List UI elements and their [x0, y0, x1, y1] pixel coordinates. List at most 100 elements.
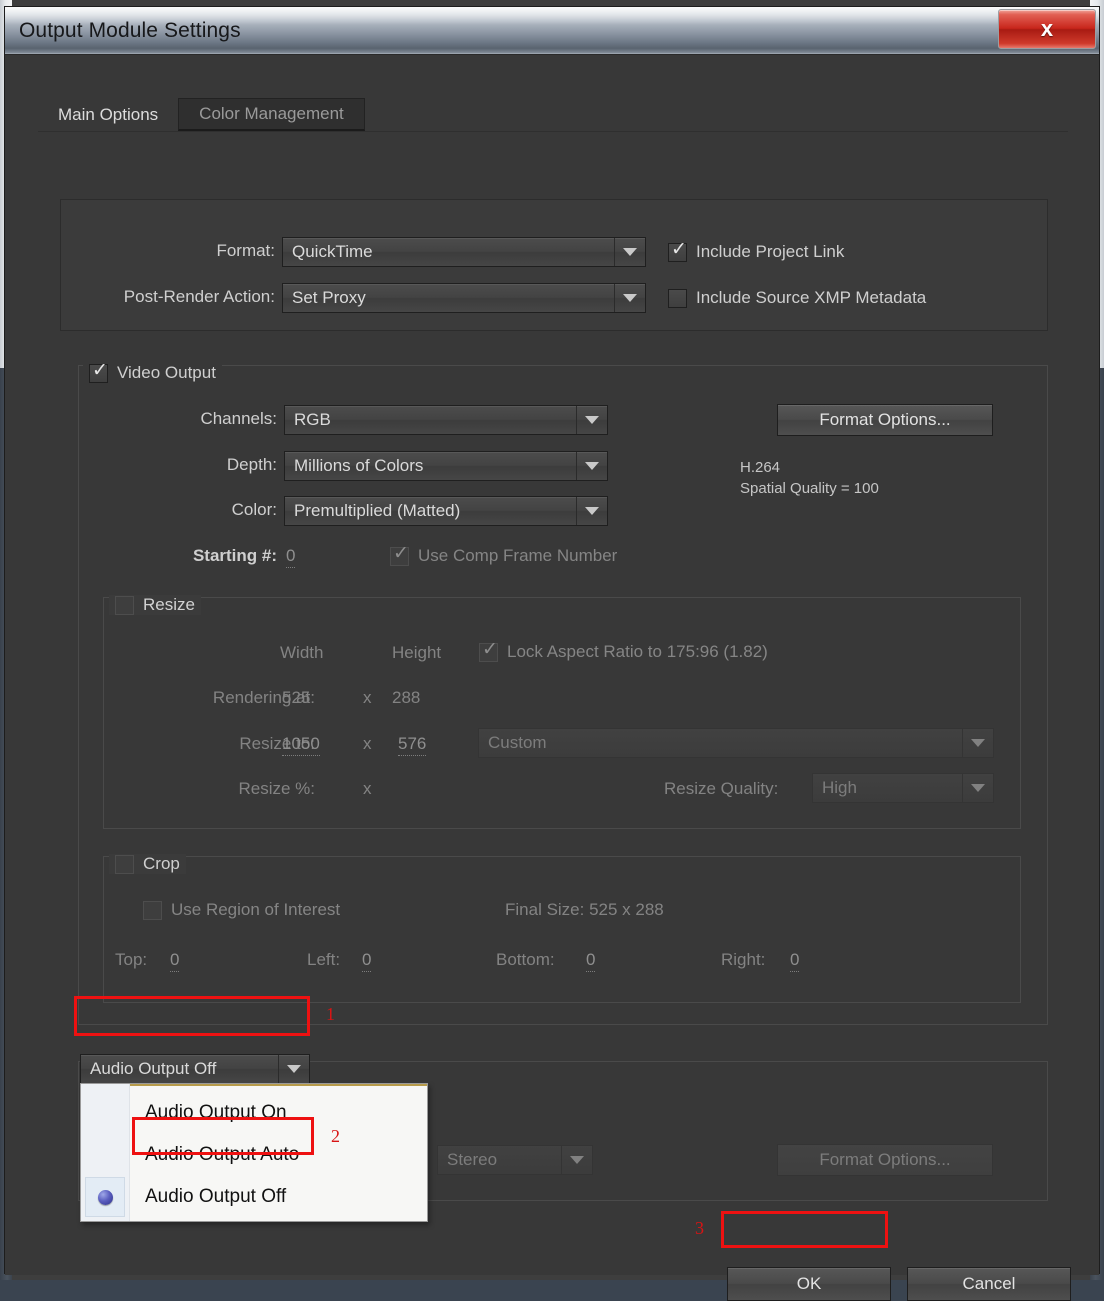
menu-item-audio-output-on-label: Audio Output On: [145, 1102, 287, 1123]
annotation-number-1: 1: [326, 1004, 335, 1024]
resize-width-header: Width: [280, 643, 324, 662]
tab-main-options[interactable]: Main Options: [38, 98, 179, 131]
tab-underline: [38, 131, 1068, 132]
include-project-link-row[interactable]: ✓ Include Project Link: [668, 238, 845, 262]
cancel-button-label: Cancel: [962, 1274, 1016, 1293]
cancel-button[interactable]: Cancel: [907, 1267, 1071, 1301]
crop-group-header[interactable]: Crop: [109, 854, 186, 874]
channels-select[interactable]: RGB: [284, 405, 608, 435]
resize-x-separator: x: [363, 734, 372, 753]
audio-output-select[interactable]: Audio Output Off: [80, 1054, 310, 1084]
resize-width-value[interactable]: 1050: [282, 734, 320, 756]
crop-checkbox[interactable]: [115, 854, 134, 874]
chevron-down-icon: [614, 238, 645, 266]
codec-quality: Spatial Quality = 100: [740, 480, 879, 497]
resize-preset-select[interactable]: Custom: [478, 728, 994, 758]
crop-right-value[interactable]: 0: [790, 950, 800, 972]
include-xmp-row[interactable]: Include Source XMP Metadata: [668, 288, 926, 308]
audio-output-select-value: Audio Output Off: [90, 1059, 217, 1078]
tab-color-management-label: Color Management: [199, 104, 344, 123]
include-xmp-checkbox[interactable]: [668, 288, 687, 308]
audio-output-dropdown-menu[interactable]: Audio Output On Audio Output Auto Audio …: [80, 1083, 428, 1222]
audio-channels-value: Stereo: [447, 1150, 498, 1169]
menu-item-audio-output-auto-label: Audio Output Auto: [145, 1144, 300, 1165]
crop-left-label: Left:: [307, 950, 341, 969]
crop-group: [103, 856, 1021, 1003]
resize-percent-x-separator: x: [363, 779, 372, 798]
close-button[interactable]: x: [998, 9, 1096, 49]
include-project-link-checkbox[interactable]: ✓: [668, 238, 687, 262]
menu-item-audio-output-off-label: Audio Output Off: [145, 1186, 287, 1207]
crop-bottom-value[interactable]: 0: [586, 950, 596, 972]
resize-checkbox[interactable]: [115, 595, 134, 615]
include-project-link-label: Include Project Link: [696, 242, 845, 261]
output-module-settings-dialog: Output Module Settings x Main Options Co…: [4, 6, 1100, 1301]
menu-item-audio-output-off[interactable]: Audio Output Off: [129, 1176, 286, 1218]
ok-button-label: OK: [796, 1274, 822, 1293]
chevron-down-icon: [962, 774, 993, 802]
ok-button[interactable]: OK: [727, 1267, 891, 1301]
channels-label: Channels:: [200, 409, 277, 428]
starting-number-label: Starting #:: [192, 546, 277, 565]
lock-aspect-ratio-row[interactable]: ✓ Lock Aspect Ratio to 175:96 (1.82): [479, 638, 768, 662]
use-comp-frame-number-checkbox[interactable]: ✓: [390, 542, 409, 566]
resize-percent-label: Resize %:: [238, 779, 315, 798]
resize-height-header: Height: [392, 643, 442, 662]
codec-name: H.264: [740, 459, 781, 476]
resize-quality-label: Resize Quality:: [664, 779, 779, 798]
check-icon: ✓: [393, 542, 409, 564]
chevron-down-icon: [576, 406, 607, 434]
crop-left-value[interactable]: 0: [362, 950, 372, 972]
tab-main-options-label: Main Options: [58, 104, 159, 124]
resize-preset-value: Custom: [488, 733, 547, 752]
tab-bar: Main Options Color Management: [38, 98, 365, 131]
starting-number-value[interactable]: 0: [286, 546, 296, 568]
use-comp-frame-number-label: Use Comp Frame Number: [418, 546, 618, 565]
menu-item-audio-output-auto[interactable]: Audio Output Auto: [129, 1134, 299, 1176]
crop-top-value[interactable]: 0: [170, 950, 180, 972]
color-select[interactable]: Premultiplied (Matted): [284, 496, 608, 526]
video-output-group-header[interactable]: ✓ Video Output: [83, 361, 222, 383]
color-label: Color:: [231, 500, 277, 519]
depth-select-value: Millions of Colors: [294, 456, 424, 475]
crop-top-label: Top:: [115, 950, 148, 969]
chevron-down-icon: [576, 497, 607, 525]
check-icon: ✓: [482, 638, 498, 660]
audio-channels-select[interactable]: Stereo: [437, 1145, 593, 1175]
chevron-down-icon: [561, 1146, 592, 1174]
lock-aspect-ratio-checkbox[interactable]: ✓: [479, 638, 498, 662]
menu-item-audio-output-on[interactable]: Audio Output On: [129, 1092, 287, 1134]
format-label: Format:: [216, 241, 275, 260]
tab-color-management[interactable]: Color Management: [178, 98, 365, 131]
video-format-options-button[interactable]: Format Options...: [777, 404, 993, 436]
crop-group-label: Crop: [143, 854, 180, 873]
video-output-checkbox[interactable]: ✓: [89, 361, 108, 383]
dialog-body: Main Options Color Management Format: Qu…: [5, 55, 1099, 1301]
use-region-of-interest-row[interactable]: Use Region of Interest: [143, 900, 340, 920]
dialog-titlebar[interactable]: Output Module Settings x: [5, 7, 1099, 55]
use-comp-frame-number-row[interactable]: ✓ Use Comp Frame Number: [390, 542, 618, 566]
resize-height-value[interactable]: 576: [398, 734, 427, 756]
format-select[interactable]: QuickTime: [282, 237, 646, 267]
check-icon: ✓: [671, 238, 687, 260]
use-region-of-interest-label: Use Region of Interest: [171, 900, 341, 919]
close-x-icon: x: [1040, 16, 1054, 41]
resize-group-label: Resize: [143, 595, 195, 614]
resize-group-header[interactable]: Resize: [109, 595, 201, 615]
chevron-down-icon: [278, 1055, 309, 1083]
rendering-x-separator: x: [363, 688, 372, 707]
annotation-number-2: 2: [331, 1126, 340, 1146]
menu-item-selected-indicator: [85, 1177, 125, 1217]
chevron-down-icon: [576, 452, 607, 480]
video-output-group-label: Video Output: [117, 363, 216, 382]
radio-selected-icon: [97, 1189, 113, 1205]
use-region-of-interest-checkbox[interactable]: [143, 900, 162, 920]
audio-format-options-button[interactable]: Format Options...: [777, 1144, 993, 1176]
depth-label: Depth:: [226, 455, 277, 474]
depth-select[interactable]: Millions of Colors: [284, 451, 608, 481]
post-render-action-select[interactable]: Set Proxy: [282, 283, 646, 313]
dialog-title: Output Module Settings: [19, 19, 241, 42]
crop-right-label: Right:: [721, 950, 766, 969]
resize-quality-select[interactable]: High: [812, 773, 994, 803]
channels-select-value: RGB: [294, 410, 331, 429]
